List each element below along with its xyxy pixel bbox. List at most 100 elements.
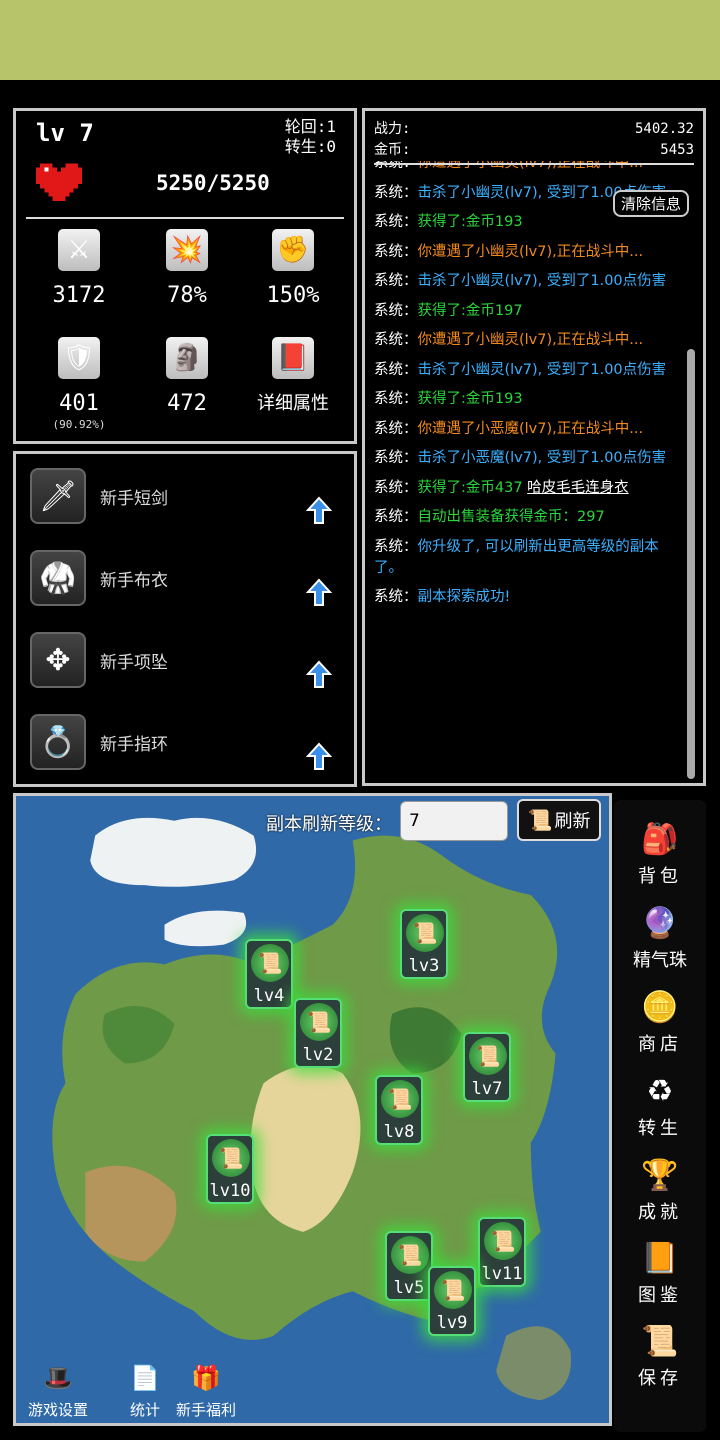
log-entry: 系统：击杀了小幽灵(lv7), 受到了1.00点伤害 xyxy=(374,273,667,289)
detail-attributes-button[interactable]: 📕 详细属性 xyxy=(238,337,348,415)
character-stats-panel: lv 7 轮回:1 转生:0 5250/5250 ⚔ 3172 💥 78% ✊ … xyxy=(13,108,357,444)
log-entry: 系统：副本探索成功! xyxy=(374,589,511,605)
crit-rate-icon: 💥 xyxy=(166,229,208,271)
sidebar-item-save[interactable]: 📜 保存 xyxy=(614,1320,706,1390)
sidebar-item-spirit-orb[interactable]: 🔮 精气珠 xyxy=(614,902,706,972)
scroll-icon: 📜 xyxy=(527,808,553,832)
shield-icon: 🛡 xyxy=(58,337,100,379)
gift-icon: 🎁 xyxy=(191,1364,221,1392)
player-level: lv 7 xyxy=(36,119,94,147)
rebirth-count: 转生:0 xyxy=(284,137,336,156)
log-scrollbar[interactable] xyxy=(687,349,695,779)
scroll-icon: 📜 xyxy=(434,1271,472,1309)
dungeon-node[interactable]: 📜 lv8 xyxy=(375,1075,423,1145)
refresh-level-input[interactable] xyxy=(400,801,508,841)
power-value: 5402.32 xyxy=(634,121,694,137)
divider xyxy=(374,163,694,165)
sidebar-item-codex[interactable]: 📙 图鉴 xyxy=(614,1237,706,1307)
scroll-icon: 📜 xyxy=(406,914,444,952)
armor-stat-icon: 🗿 xyxy=(166,337,208,379)
log-entry: 系统：你遭遇了小幽灵(lv7),正在战斗中... xyxy=(374,243,644,260)
world-map: 副本刷新等级： 📜 刷新 📜lv3 📜lv4 📜lv2 📜lv7 📜lv8 📜l… xyxy=(13,793,612,1426)
item-link[interactable]: 哈皮毛毛连身衣 xyxy=(527,480,629,496)
equip-slot-weapon[interactable]: 🗡 新手短剑 xyxy=(30,468,340,528)
pendant-icon: ✥ xyxy=(30,632,86,688)
crit-rate-stat: 💥 78% xyxy=(132,229,242,308)
heart-icon xyxy=(36,163,82,201)
hp-stat: 🗿 472 xyxy=(132,337,242,416)
dungeon-node[interactable]: 📜 lv3 xyxy=(400,909,448,979)
attack-icon: ⚔ xyxy=(58,229,100,271)
equip-slot-ring[interactable]: 💍 新手指环 xyxy=(30,714,340,774)
trophy-book-icon: 🏆 xyxy=(641,1157,679,1193)
dungeon-node[interactable]: 📜 lv4 xyxy=(245,939,293,1009)
log-entry: 系统：获得了:金币437 哈皮毛毛连身衣 xyxy=(374,479,629,496)
coins-icon: 🪙 xyxy=(641,989,679,1025)
scroll-icon: 📜 xyxy=(251,944,289,982)
gold-value: 5453 xyxy=(660,142,694,158)
battle-log-panel: 系统：你遭遇了小幽灵(lv7),正在战斗中... 系统：击杀了小幽灵(lv7), … xyxy=(362,108,706,786)
save-scroll-icon: 📜 xyxy=(641,1323,679,1359)
log-entry: 系统：击杀了小恶魔(lv7), 受到了1.00点伤害 xyxy=(374,450,667,466)
divider xyxy=(26,217,344,219)
scroll-icon: 📜 xyxy=(300,1003,338,1041)
dungeon-node[interactable]: 📜 lv7 xyxy=(463,1032,511,1102)
hp-value: 5250/5250 xyxy=(156,171,270,195)
log-entry: 系统：获得了:金币193 xyxy=(374,391,523,407)
dungeon-node[interactable]: 📜 lv2 xyxy=(294,998,342,1068)
sidebar-item-shop[interactable]: 🪙 商店 xyxy=(614,986,706,1056)
refresh-level-label: 副本刷新等级： xyxy=(266,814,392,835)
armor-icon: 🥋 xyxy=(30,550,86,606)
summary: 战力: 5402.32 金币: 5453 xyxy=(374,119,694,161)
defense-stat: 🛡 401 (90.92%) xyxy=(24,337,134,431)
clear-info-button[interactable]: 清除信息 xyxy=(612,190,689,217)
game-settings-button[interactable]: 🎩 游戏设置 xyxy=(28,1359,88,1420)
scroll-icon: 📜 xyxy=(391,1236,429,1274)
sidebar-item-achievement[interactable]: 🏆 成就 xyxy=(614,1154,706,1224)
ring-icon: 💍 xyxy=(30,714,86,770)
statistics-icon: 📄 xyxy=(130,1364,160,1392)
upgrade-arrow-icon[interactable] xyxy=(306,742,332,772)
upgrade-arrow-icon[interactable] xyxy=(306,496,332,526)
cycle-count: 轮回:1 xyxy=(284,117,336,136)
settings-icon: 🎩 xyxy=(43,1364,73,1392)
sidebar-item-backpack[interactable]: 🎒 背包 xyxy=(614,818,706,888)
sidebar-menu: 🎒 背包 🔮 精气珠 🪙 商店 ♻ 转生 🏆 成就 📙 图鉴 📜 保存 xyxy=(614,800,706,1432)
upgrade-arrow-icon[interactable] xyxy=(306,660,332,690)
equipment-panel: 🗡 新手短剑 🥋 新手布衣 ✥ 新手项坠 💍 新手指环 xyxy=(13,451,357,787)
log-list[interactable]: 系统：你遭遇了小幽灵(lv7),正在战斗中... 系统：击杀了小幽灵(lv7), … xyxy=(374,161,683,775)
book-icon: 📕 xyxy=(272,337,314,379)
statistics-button[interactable]: 📄 统计 xyxy=(126,1359,164,1420)
dungeon-node[interactable]: 📜 lv11 xyxy=(478,1217,526,1287)
attack-stat: ⚔ 3172 xyxy=(24,229,134,308)
log-entry: 系统：你遭遇了小幽灵(lv7),正在战斗中... xyxy=(374,332,644,348)
log-entry: 系统：击杀了小幽灵(lv7), 受到了1.00点伤害 xyxy=(374,361,667,378)
dungeon-node[interactable]: 📜 lv5 xyxy=(385,1231,433,1301)
upgrade-arrow-icon[interactable] xyxy=(306,578,332,608)
dungeon-node[interactable]: 📜 lv9 xyxy=(428,1266,476,1336)
scroll-icon: 📜 xyxy=(212,1139,250,1177)
sidebar-item-rebirth[interactable]: ♻ 转生 xyxy=(614,1070,706,1140)
map-terrain xyxy=(16,796,609,1423)
scroll-icon: 📜 xyxy=(484,1222,522,1260)
newbie-welfare-button[interactable]: 🎁 新手福利 xyxy=(176,1359,236,1420)
scroll-icon: 📜 xyxy=(381,1080,419,1118)
rebirth-icon: ♻ xyxy=(646,1073,674,1109)
log-entry: 系统：获得了:金币197 xyxy=(374,302,523,319)
codex-book-icon: 📙 xyxy=(641,1240,679,1276)
top-banner xyxy=(0,0,720,80)
log-entry: 系统：你升级了, 可以刷新出更高等级的副本了。 xyxy=(374,538,659,576)
refresh-button[interactable]: 📜 刷新 xyxy=(517,799,601,841)
log-entry: 系统：自动出售装备获得金币：297 xyxy=(374,509,605,525)
cycle-info: 轮回:1 转生:0 xyxy=(285,117,336,157)
dungeon-node[interactable]: 📜 lv10 xyxy=(206,1134,254,1204)
scroll-icon: 📜 xyxy=(469,1037,507,1075)
equip-slot-pendant[interactable]: ✥ 新手项坠 xyxy=(30,632,340,692)
backpack-icon: 🎒 xyxy=(641,821,679,857)
equip-slot-armor[interactable]: 🥋 新手布衣 xyxy=(30,550,340,610)
orb-icon: 🔮 xyxy=(641,905,679,941)
crit-damage-icon: ✊ xyxy=(272,229,314,271)
crit-damage-stat: ✊ 150% xyxy=(238,229,348,308)
log-entry: 系统：你遭遇了小恶魔(lv7),正在战斗中... xyxy=(374,420,644,437)
sword-icon: 🗡 xyxy=(30,468,86,524)
